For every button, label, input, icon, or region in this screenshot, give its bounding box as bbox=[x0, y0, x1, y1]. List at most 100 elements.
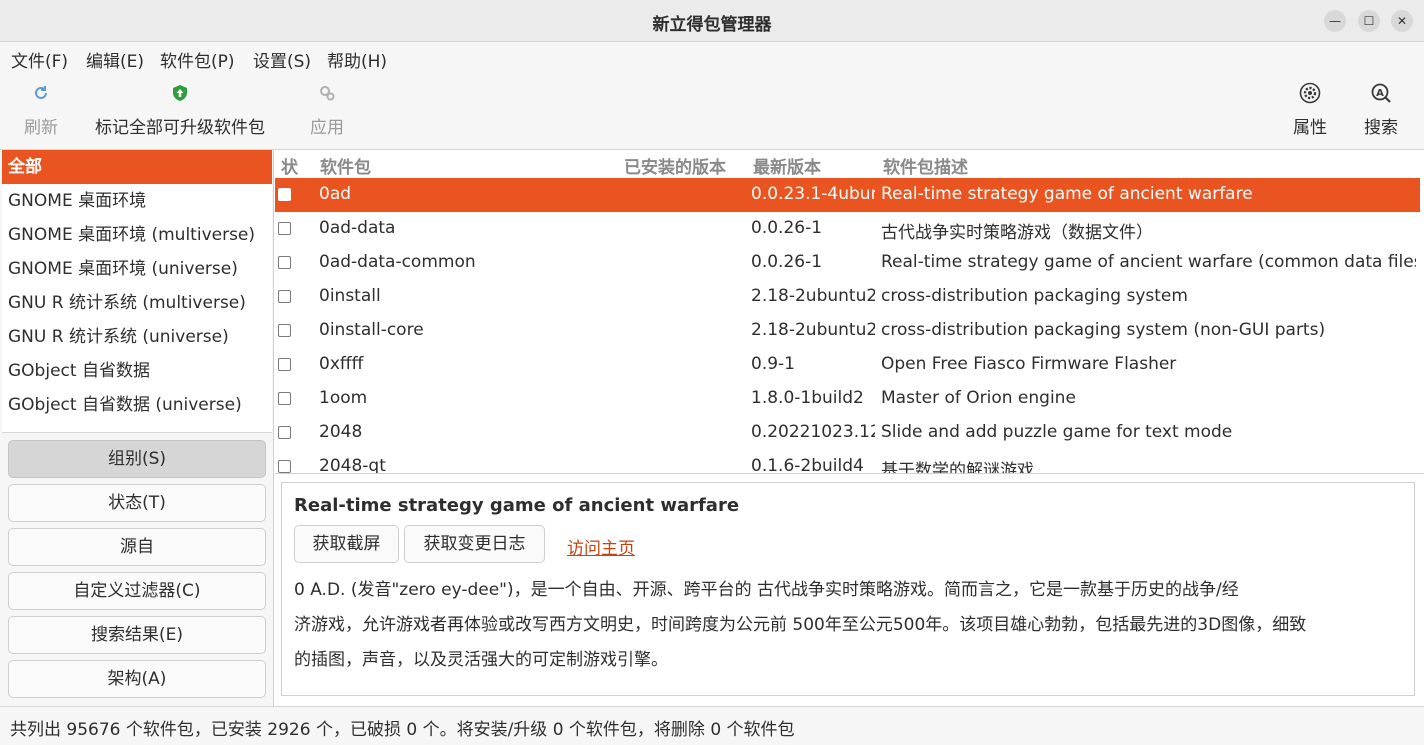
get-changelog-button[interactable]: 获取变更日志 bbox=[404, 525, 545, 563]
category-item[interactable]: GObject 自省数据 (universe) bbox=[2, 388, 272, 422]
table-header: 状 软件包 已安装的版本 最新版本 软件包描述 bbox=[275, 150, 1424, 178]
table-row[interactable]: 0ad-data 0.0.26-1 古代战争实时策略游戏（数据文件） bbox=[275, 212, 1420, 246]
column-latest-version[interactable]: 最新版本 bbox=[753, 153, 821, 178]
table-scrollbar[interactable] bbox=[1416, 178, 1420, 212]
visit-homepage-link[interactable]: 访问主页 bbox=[567, 534, 635, 559]
minimize-button[interactable]: — bbox=[1324, 10, 1346, 32]
column-description[interactable]: 软件包描述 bbox=[883, 153, 968, 178]
package-description: Real-time strategy game of ancient warfa… bbox=[881, 184, 1253, 204]
row-checkbox[interactable] bbox=[278, 426, 291, 439]
refresh-label: 刷新 bbox=[24, 118, 58, 138]
latest-version: 0.1.6-2build4 bbox=[751, 456, 864, 474]
detail-description: 0 A.D. (发音"zero ey-dee")，是一个自由、开源、跨平台的 古… bbox=[294, 573, 1374, 678]
package-description: 古代战争实时策略游戏（数据文件） bbox=[881, 223, 1153, 243]
package-description: cross-distribution packaging system (non… bbox=[881, 320, 1326, 340]
apply-button[interactable]: 应用 bbox=[310, 82, 344, 138]
apply-label: 应用 bbox=[310, 118, 344, 138]
filter-architecture-button[interactable]: 架构(A) bbox=[8, 660, 266, 698]
refresh-button[interactable]: 刷新 bbox=[24, 82, 58, 138]
table-row[interactable]: 2048 0.20221023.123 Slide and add puzzle… bbox=[275, 416, 1420, 450]
package-description: Master of Orion engine bbox=[881, 388, 1076, 408]
filter-origin-button[interactable]: 源自 bbox=[8, 528, 266, 566]
column-package[interactable]: 软件包 bbox=[320, 153, 371, 178]
menu-help[interactable]: 帮助(H) bbox=[327, 47, 387, 72]
menu-bar: 文件(F) 编辑(E) 软件包(P) 设置(S) 帮助(H) bbox=[0, 42, 1424, 74]
table-row[interactable]: 0ad 0.0.23.1-4ubuntu Real-time strategy … bbox=[275, 178, 1420, 212]
status-text: 共列出 95676 个软件包，已安装 2926 个，已破损 0 个。将安装/升级… bbox=[10, 720, 795, 740]
filter-search-results-button[interactable]: 搜索结果(E) bbox=[8, 616, 266, 654]
menu-package[interactable]: 软件包(P) bbox=[160, 47, 235, 72]
package-name: 0ad-data bbox=[319, 218, 396, 238]
toolbar: 刷新 标记全部可升级软件包 应用 属性 A 搜索 bbox=[0, 74, 1424, 150]
latest-version: 0.20221023.123 bbox=[751, 422, 875, 442]
category-item[interactable]: GNU R 统计系统 (universe) bbox=[2, 320, 272, 354]
gear-icon bbox=[1299, 82, 1321, 104]
category-item[interactable]: GObject 自省数据 bbox=[2, 354, 272, 388]
search-button[interactable]: A 搜索 bbox=[1364, 82, 1398, 138]
close-button[interactable]: ✕ bbox=[1391, 10, 1413, 32]
mark-all-upgrades-button[interactable]: 标记全部可升级软件包 bbox=[95, 82, 265, 138]
get-screenshot-button[interactable]: 获取截屏 bbox=[294, 525, 399, 563]
row-checkbox[interactable] bbox=[278, 460, 291, 473]
category-item[interactable]: GNOME 桌面环境 bbox=[2, 184, 272, 218]
package-name: 0ad bbox=[319, 184, 352, 204]
latest-version: 0.0.26-1 bbox=[751, 252, 823, 272]
latest-version: 1.8.0-1build2 bbox=[751, 388, 864, 408]
table-row[interactable]: 0install-core 2.18-2ubuntu2 cross-distri… bbox=[275, 314, 1420, 348]
category-item[interactable]: GNOME 桌面环境 (multiverse) bbox=[2, 218, 272, 252]
package-name: 2048-qt bbox=[319, 456, 386, 474]
column-status[interactable]: 状 bbox=[281, 153, 298, 178]
search-label: 搜索 bbox=[1364, 118, 1398, 138]
minimize-icon: — bbox=[1329, 14, 1341, 28]
row-checkbox[interactable] bbox=[278, 358, 291, 371]
maximize-button[interactable]: ☐ bbox=[1358, 10, 1380, 32]
title-bar: 新立得包管理器 — ☐ ✕ bbox=[0, 0, 1424, 42]
package-description: cross-distribution packaging system bbox=[881, 286, 1188, 306]
table-row[interactable]: 0install 2.18-2ubuntu2 cross-distributio… bbox=[275, 280, 1420, 314]
latest-version: 0.9-1 bbox=[751, 354, 795, 374]
table-row[interactable]: 2048-qt 0.1.6-2build4 基于数学的解谜游戏 bbox=[275, 450, 1420, 474]
filter-custom-button[interactable]: 自定义过滤器(C) bbox=[8, 572, 266, 610]
package-table: 状 软件包 已安装的版本 最新版本 软件包描述 0ad 0.0.23.1-4ub… bbox=[275, 150, 1424, 474]
row-checkbox[interactable] bbox=[278, 188, 291, 201]
detail-description-line: 0 A.D. (发音"zero ey-dee")，是一个自由、开源、跨平台的 古… bbox=[294, 580, 1239, 600]
gears-icon bbox=[316, 82, 338, 104]
row-checkbox[interactable] bbox=[278, 290, 291, 303]
filter-sections-button[interactable]: 组别(S) bbox=[8, 440, 266, 478]
svg-text:A: A bbox=[1376, 88, 1384, 99]
properties-label: 属性 bbox=[1293, 118, 1327, 138]
package-description: 基于数学的解谜游戏 bbox=[881, 461, 1034, 474]
properties-button[interactable]: 属性 bbox=[1293, 82, 1327, 138]
category-item[interactable]: GNU R 统计系统 (multiverse) bbox=[2, 286, 272, 320]
latest-version: 2.18-2ubuntu2 bbox=[751, 320, 875, 340]
latest-version: 2.18-2ubuntu2 bbox=[751, 286, 875, 306]
latest-version: 0.0.23.1-4ubuntu bbox=[751, 184, 875, 204]
package-name: 0ad-data-common bbox=[319, 252, 476, 272]
package-name: 1oom bbox=[319, 388, 368, 408]
maximize-icon: ☐ bbox=[1363, 14, 1375, 28]
column-installed-version[interactable]: 已安装的版本 bbox=[624, 153, 726, 178]
filter-panel: 全部 GNOME 桌面环境 GNOME 桌面环境 (multiverse) GN… bbox=[0, 150, 274, 706]
window-title: 新立得包管理器 bbox=[652, 15, 772, 35]
menu-settings[interactable]: 设置(S) bbox=[253, 47, 311, 72]
filter-status-button[interactable]: 状态(T) bbox=[8, 484, 266, 522]
row-checkbox[interactable] bbox=[278, 256, 291, 269]
package-name: 0install bbox=[319, 286, 381, 306]
category-item-all[interactable]: 全部 bbox=[2, 150, 272, 184]
row-checkbox[interactable] bbox=[278, 324, 291, 337]
package-name: 2048 bbox=[319, 422, 363, 442]
table-row[interactable]: 0xffff 0.9-1 Open Free Fiasco Firmware F… bbox=[275, 348, 1420, 382]
detail-description-line: 济游戏，允许游戏者再体验或改写西方文明史，时间跨度为公元前 500年至公元500… bbox=[294, 615, 1307, 635]
package-description: Slide and add puzzle game for text mode bbox=[881, 422, 1233, 442]
table-row[interactable]: 0ad-data-common 0.0.26-1 Real-time strat… bbox=[275, 246, 1420, 280]
category-item[interactable]: GNOME 桌面环境 (universe) bbox=[2, 252, 272, 286]
detail-title: Real-time strategy game of ancient warfa… bbox=[294, 495, 740, 516]
package-name: 0install-core bbox=[319, 320, 424, 340]
menu-edit[interactable]: 编辑(E) bbox=[86, 47, 144, 72]
row-checkbox[interactable] bbox=[278, 392, 291, 405]
row-checkbox[interactable] bbox=[278, 222, 291, 235]
close-icon: ✕ bbox=[1396, 14, 1408, 28]
table-row[interactable]: 1oom 1.8.0-1build2 Master of Orion engin… bbox=[275, 382, 1420, 416]
search-icon: A bbox=[1370, 82, 1392, 104]
menu-file[interactable]: 文件(F) bbox=[11, 47, 68, 72]
